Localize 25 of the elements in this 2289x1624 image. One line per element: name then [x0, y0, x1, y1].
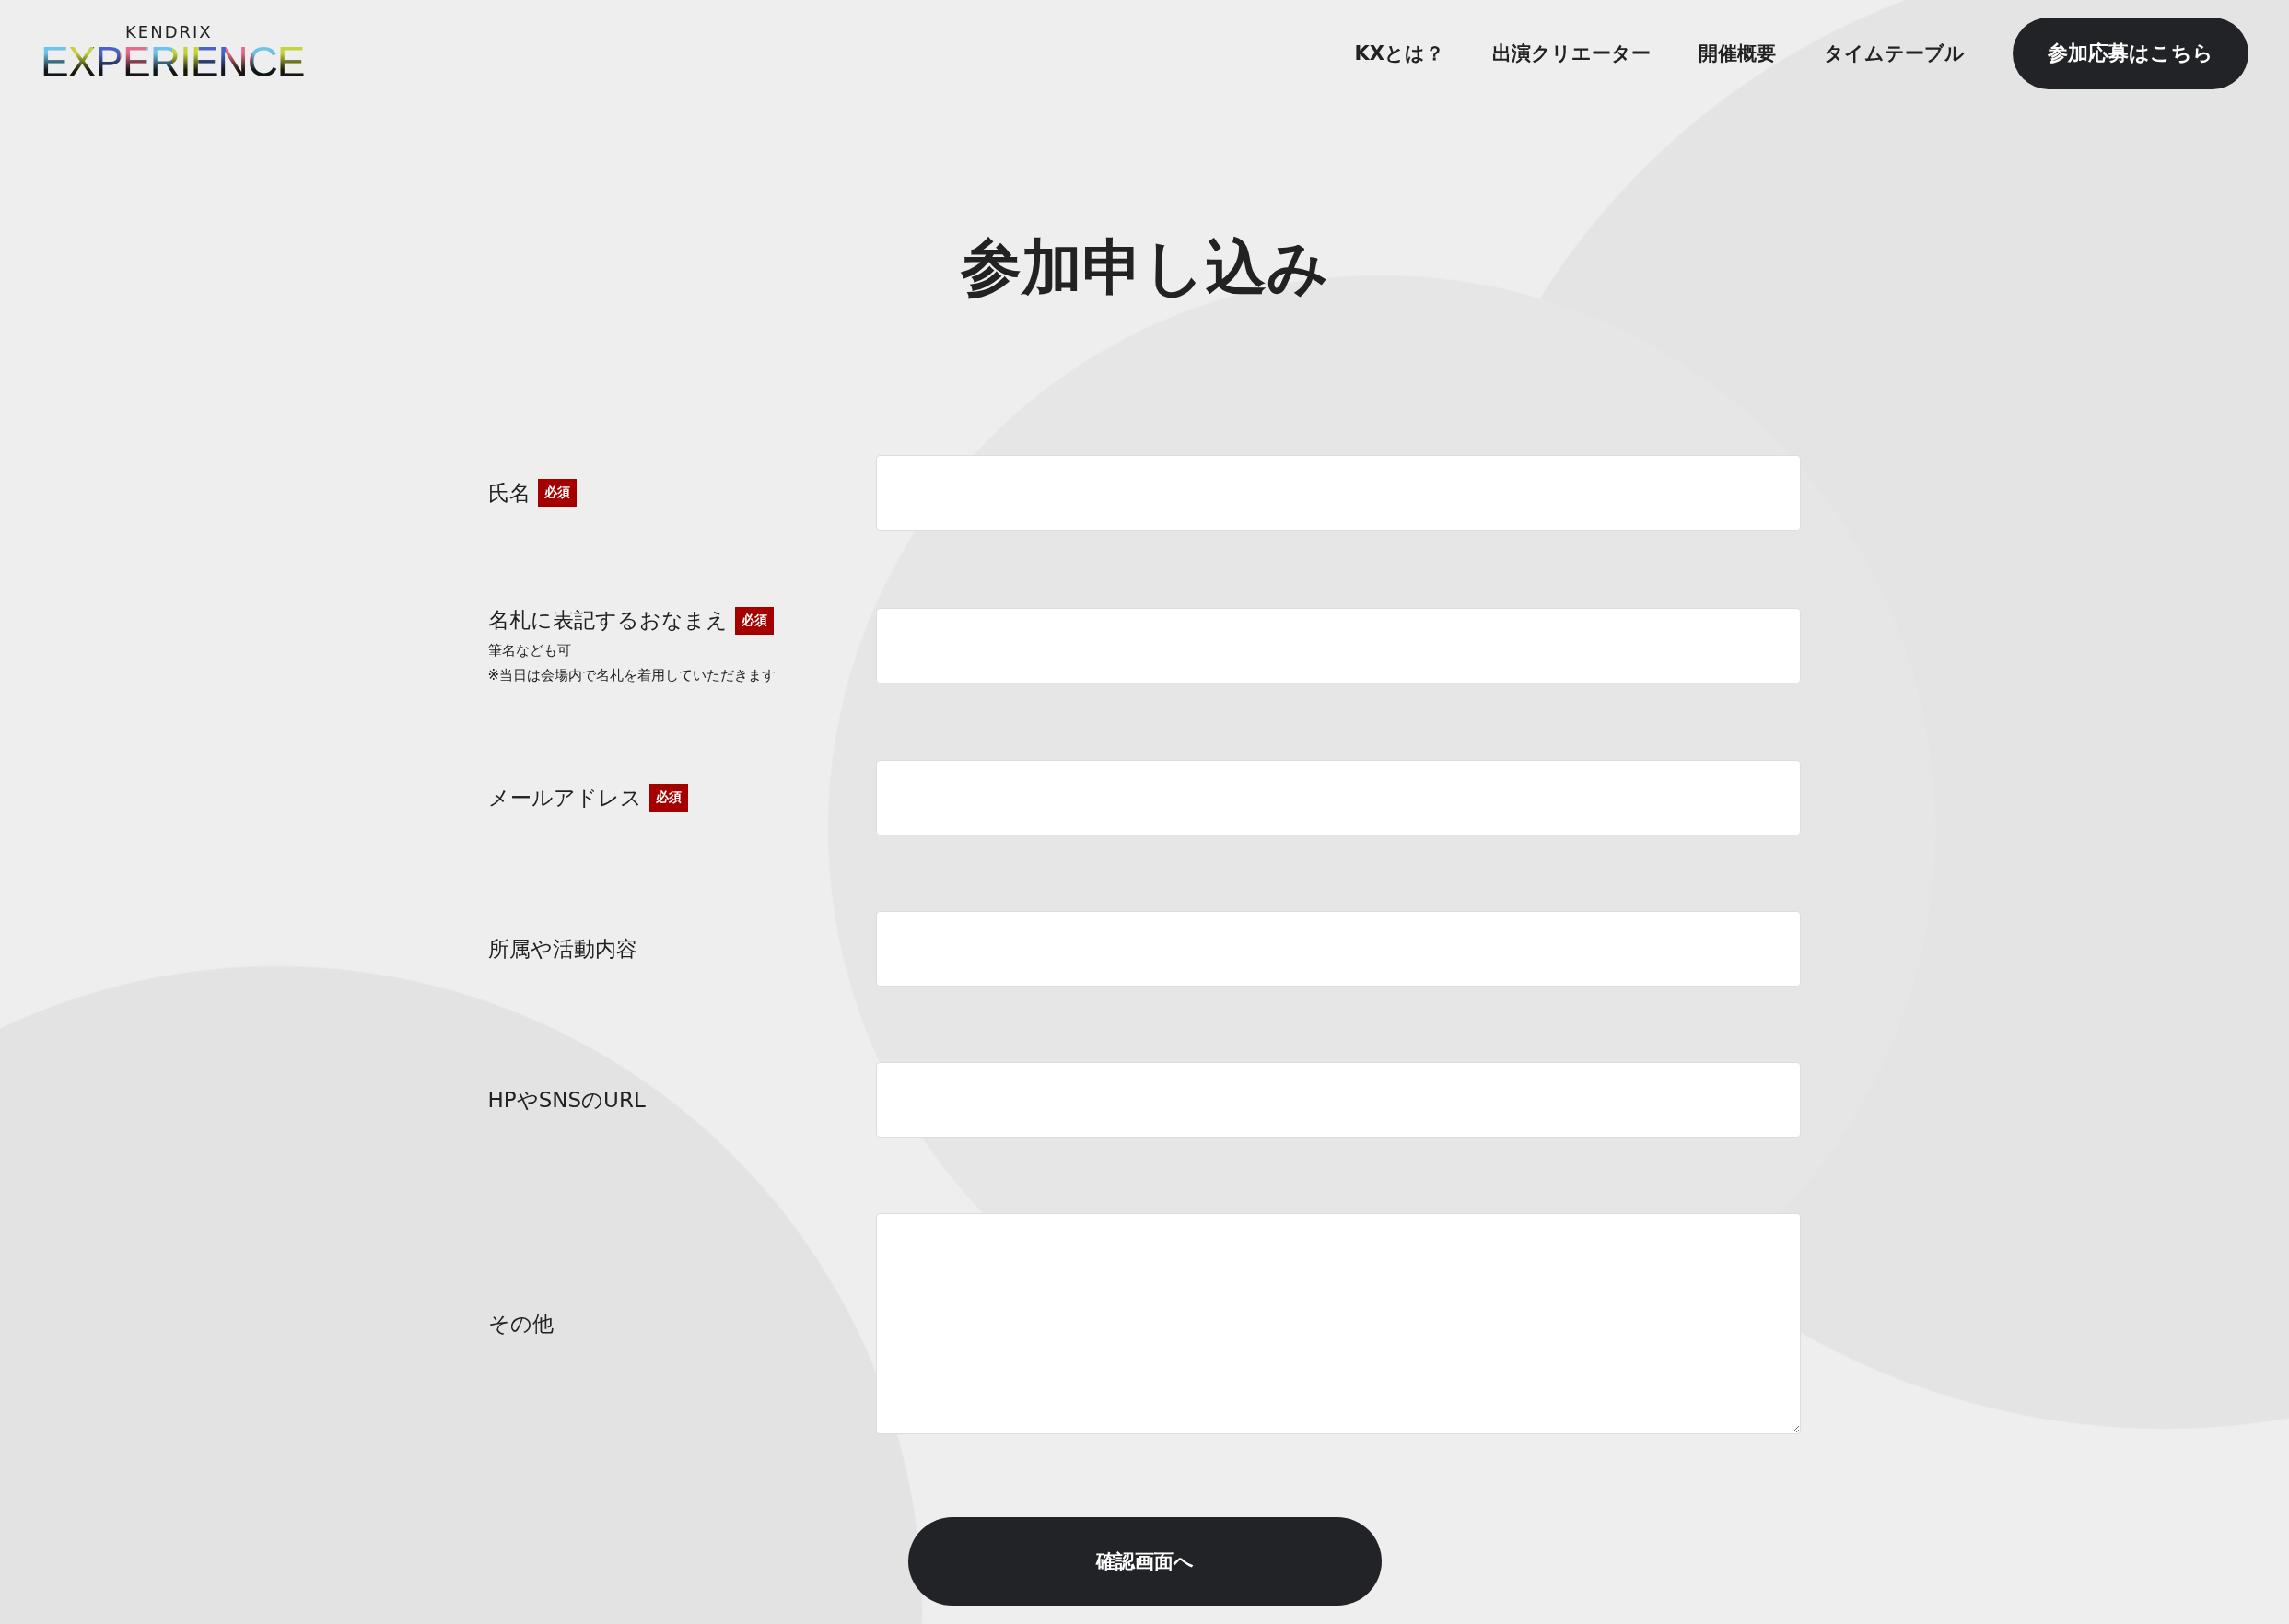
- field-label: 氏名: [487, 479, 531, 507]
- field-note: 筆名なども可: [487, 642, 572, 660]
- apply-button[interactable]: 参加応募はこちら: [2013, 18, 2248, 89]
- required-badge: 必須: [648, 784, 688, 812]
- field-label: 所属や活動内容: [487, 935, 637, 963]
- nav-link[interactable]: 出演クリエーター: [1492, 41, 1651, 66]
- nav-link[interactable]: 開催概要: [1699, 41, 1776, 66]
- input-field[interactable]: [875, 455, 1801, 531]
- nav-link[interactable]: KXとは？: [1354, 41, 1444, 66]
- field-label: メールアドレス: [487, 784, 642, 812]
- field-label: その他: [487, 1310, 554, 1338]
- page-title: 参加申し込み: [959, 238, 1330, 298]
- required-badge: 必須: [734, 606, 774, 635]
- logo-overline: KENDRIX: [125, 24, 213, 41]
- input-field[interactable]: [875, 911, 1801, 987]
- confirm-button[interactable]: 確認画面へ: [907, 1517, 1382, 1606]
- input-field[interactable]: [875, 760, 1801, 835]
- field-note: ※当日は会場内で名札を着用していただきます: [487, 667, 777, 684]
- textarea-field[interactable]: [875, 1213, 1801, 1434]
- nav-link[interactable]: タイムテーブル: [1824, 41, 1965, 66]
- input-field[interactable]: [875, 607, 1801, 683]
- field-label: HPやSNSのURL: [487, 1086, 646, 1114]
- field-label: 名札に表記するおなまえ: [487, 607, 728, 634]
- input-field[interactable]: [875, 1062, 1801, 1138]
- required-badge: 必須: [537, 479, 577, 507]
